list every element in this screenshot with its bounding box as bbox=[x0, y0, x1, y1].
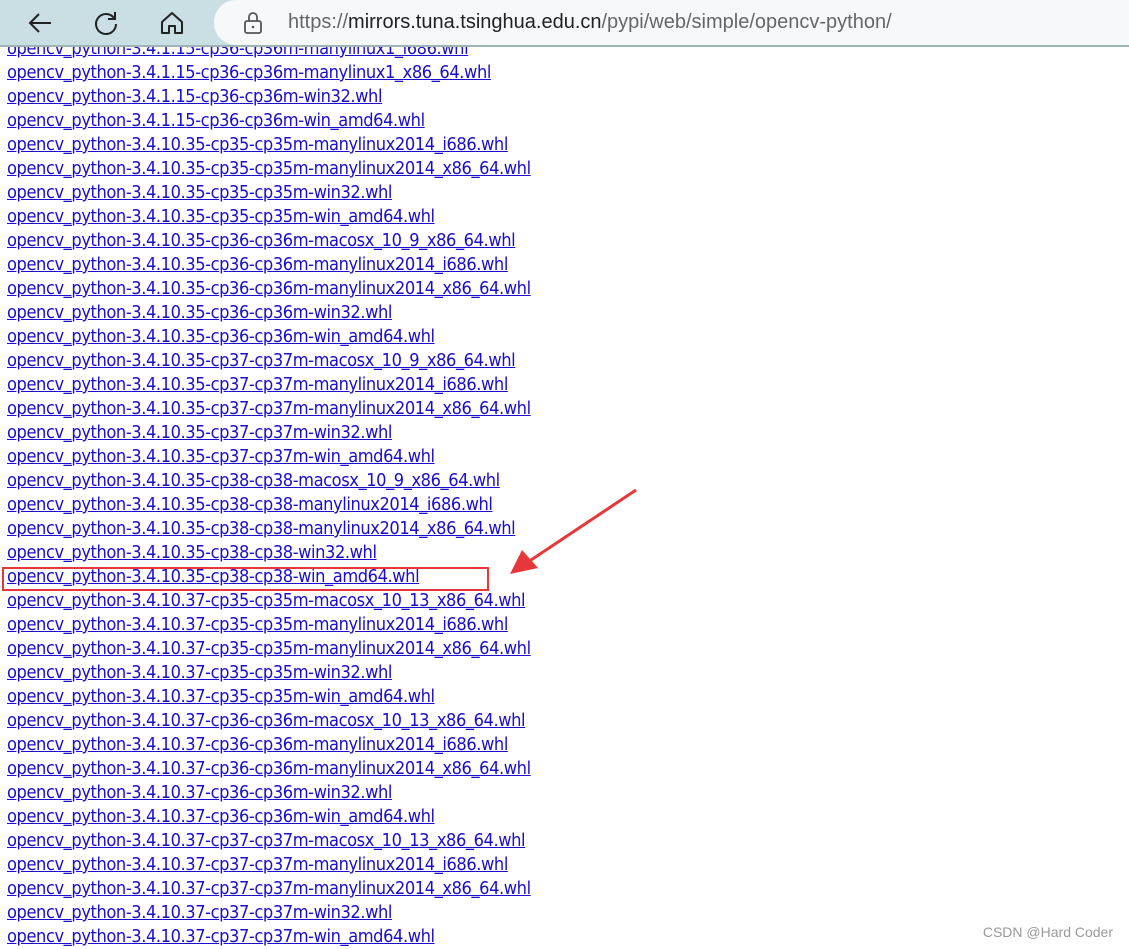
browser-toolbar: https://mirrors.tuna.tsinghua.edu.cn/pyp… bbox=[0, 0, 1129, 47]
back-arrow-icon bbox=[28, 13, 51, 33]
url-scheme: https:// bbox=[288, 11, 349, 33]
home-icon bbox=[161, 12, 183, 34]
lock-icon bbox=[244, 12, 262, 34]
address-bar[interactable]: https://mirrors.tuna.tsinghua.edu.cn/pyp… bbox=[214, 0, 1129, 45]
reload-button[interactable] bbox=[89, 6, 123, 40]
annotation-arrow bbox=[510, 488, 637, 574]
home-button[interactable] bbox=[155, 6, 189, 40]
url-path: /pypi/web/simple/opencv-python/ bbox=[601, 11, 892, 33]
url-text[interactable]: https://mirrors.tuna.tsinghua.edu.cn/pyp… bbox=[288, 0, 892, 45]
reload-icon bbox=[95, 12, 117, 35]
url-host: mirrors.tuna.tsinghua.edu.cn bbox=[348, 11, 602, 33]
back-button[interactable] bbox=[23, 6, 57, 40]
